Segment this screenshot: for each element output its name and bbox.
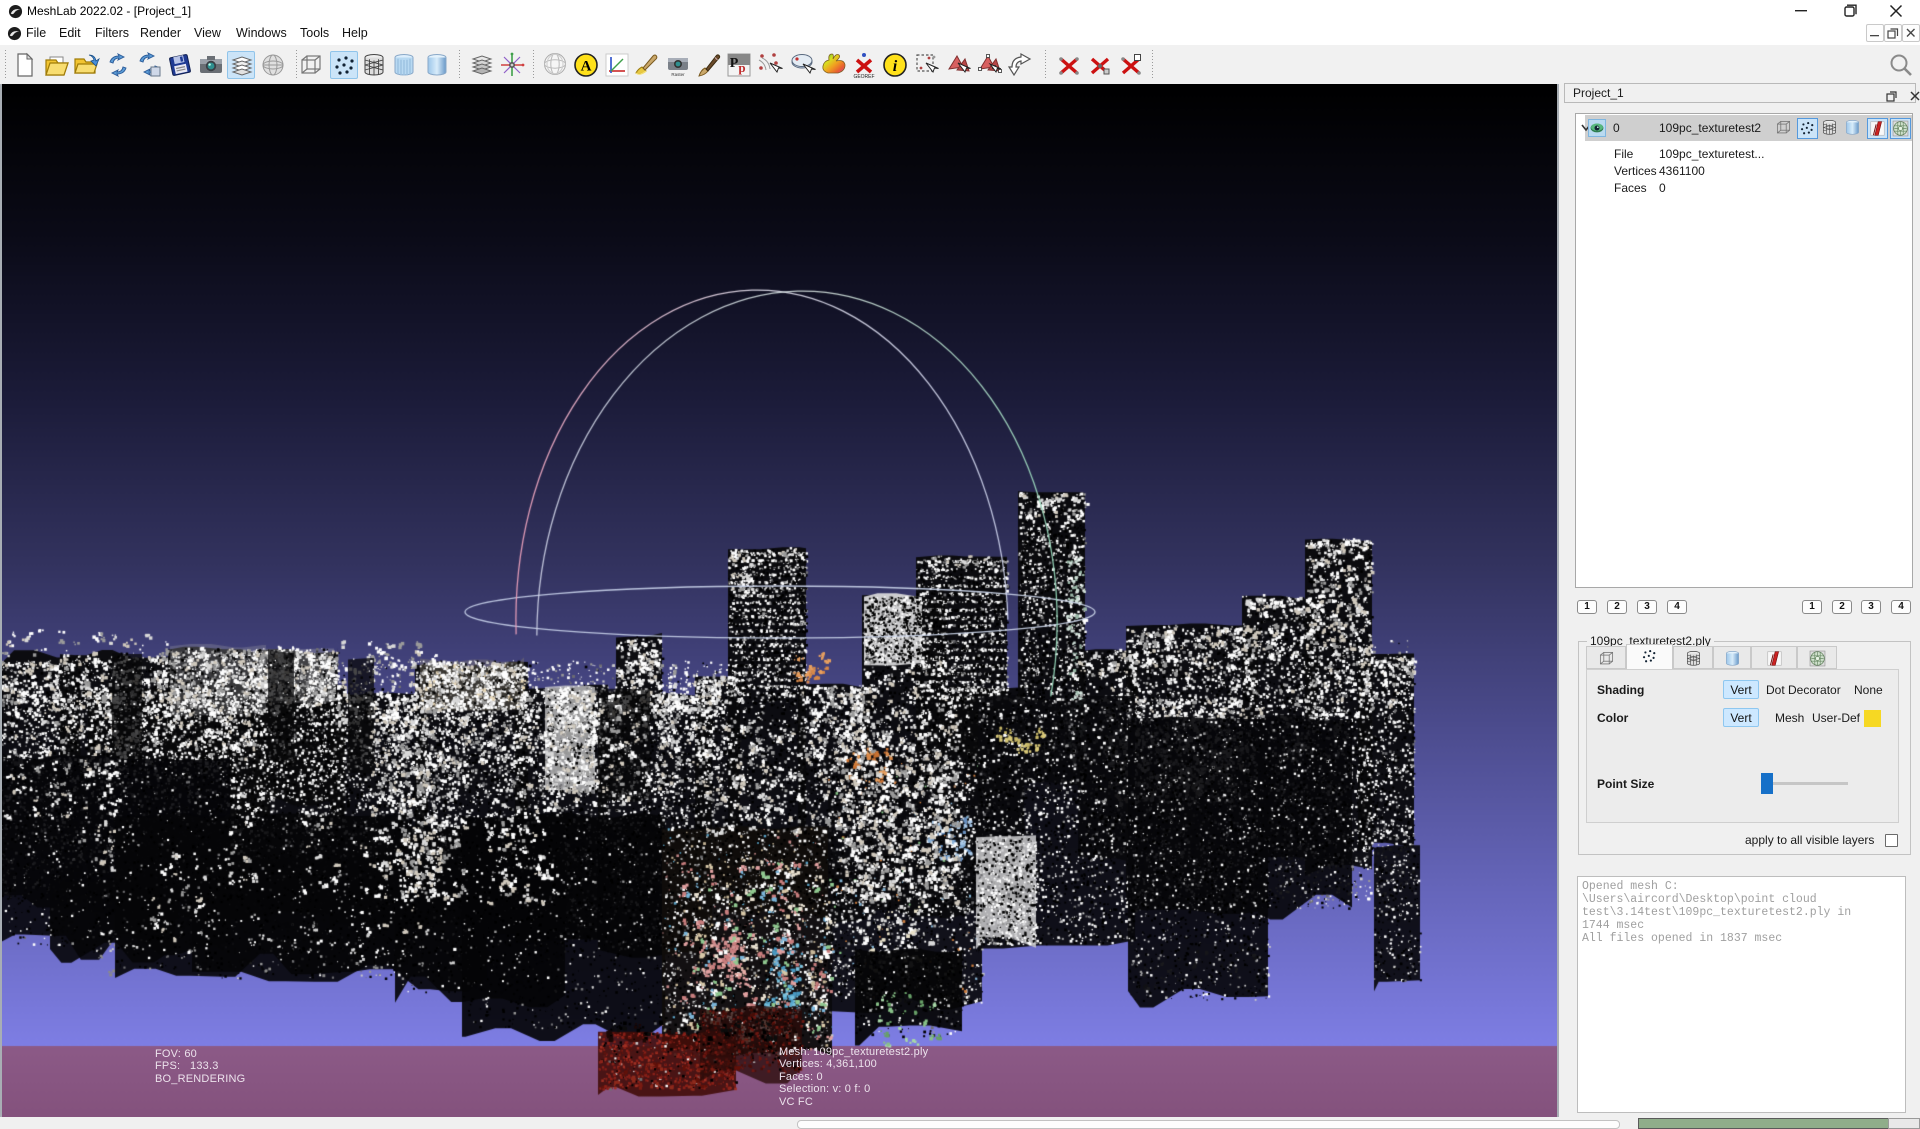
svg-text:A: A [581,59,592,75]
svg-text:Raster: Raster [671,72,685,77]
svg-text:i: i [893,58,898,75]
svg-text:P: P [730,56,739,71]
svg-text:GEOREF: GEOREF [853,74,874,79]
svg-text:p: p [738,60,745,75]
